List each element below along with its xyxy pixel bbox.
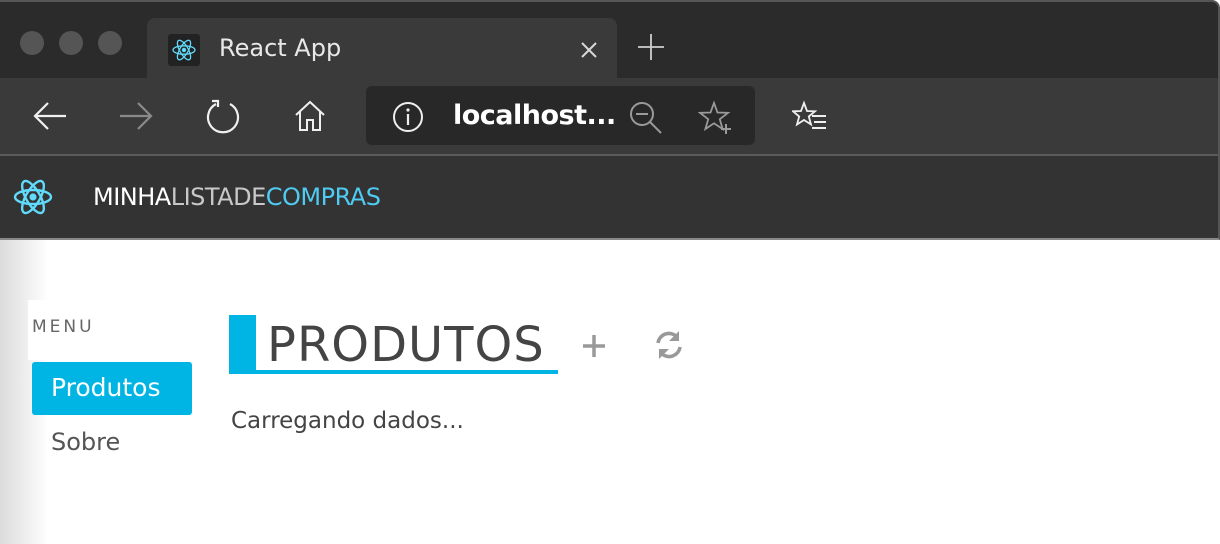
- browser-tab-strip: React App: [0, 0, 1220, 80]
- sync-icon: [656, 331, 682, 359]
- loading-status: Carregando dados...: [231, 408, 464, 434]
- home-icon[interactable]: [290, 96, 330, 136]
- brand-part-compras: COMPRAS: [265, 183, 381, 211]
- add-product-button[interactable]: [578, 330, 610, 362]
- plus-icon: [583, 335, 605, 357]
- title-accent-bar: [229, 315, 256, 370]
- page-title: PRODUTOS: [229, 315, 558, 374]
- arrow-left-icon[interactable]: [30, 96, 70, 136]
- info-icon[interactable]: [392, 101, 424, 138]
- favorites-list-icon[interactable]: [790, 100, 828, 141]
- refresh-icon[interactable]: [203, 96, 243, 136]
- window-maximize-dot[interactable]: [98, 31, 122, 55]
- address-bar[interactable]: localhost...: [366, 86, 755, 145]
- zoom-out-icon[interactable]: [628, 100, 664, 141]
- app-brand[interactable]: MINHALISTADECOMPRAS: [93, 183, 381, 211]
- new-tab-plus-icon[interactable]: [636, 32, 666, 62]
- page-title-text: PRODUTOS: [267, 317, 545, 373]
- browser-toolbar: localhost...: [0, 78, 1220, 156]
- arrow-right-icon[interactable]: [116, 96, 156, 136]
- star-plus-icon[interactable]: [697, 100, 734, 141]
- url-text[interactable]: localhost...: [453, 100, 616, 131]
- close-icon[interactable]: [577, 38, 601, 62]
- sidebar-item-produtos[interactable]: Produtos: [32, 362, 192, 415]
- app-header: MINHALISTADECOMPRAS: [0, 156, 1220, 240]
- react-logo-icon: [168, 34, 200, 66]
- browser-tab[interactable]: React App: [147, 18, 617, 80]
- sidebar-title: MENU: [32, 317, 95, 337]
- reload-button[interactable]: [652, 328, 686, 362]
- react-logo-icon[interactable]: [12, 176, 54, 223]
- brand-part-listade: LISTADE: [170, 183, 267, 211]
- window-minimize-dot[interactable]: [59, 31, 83, 55]
- sidebar-item-sobre[interactable]: Sobre: [51, 428, 120, 456]
- window-close-dot[interactable]: [20, 31, 44, 55]
- tab-title: React App: [219, 34, 342, 62]
- brand-part-minha: MINHA: [93, 183, 171, 211]
